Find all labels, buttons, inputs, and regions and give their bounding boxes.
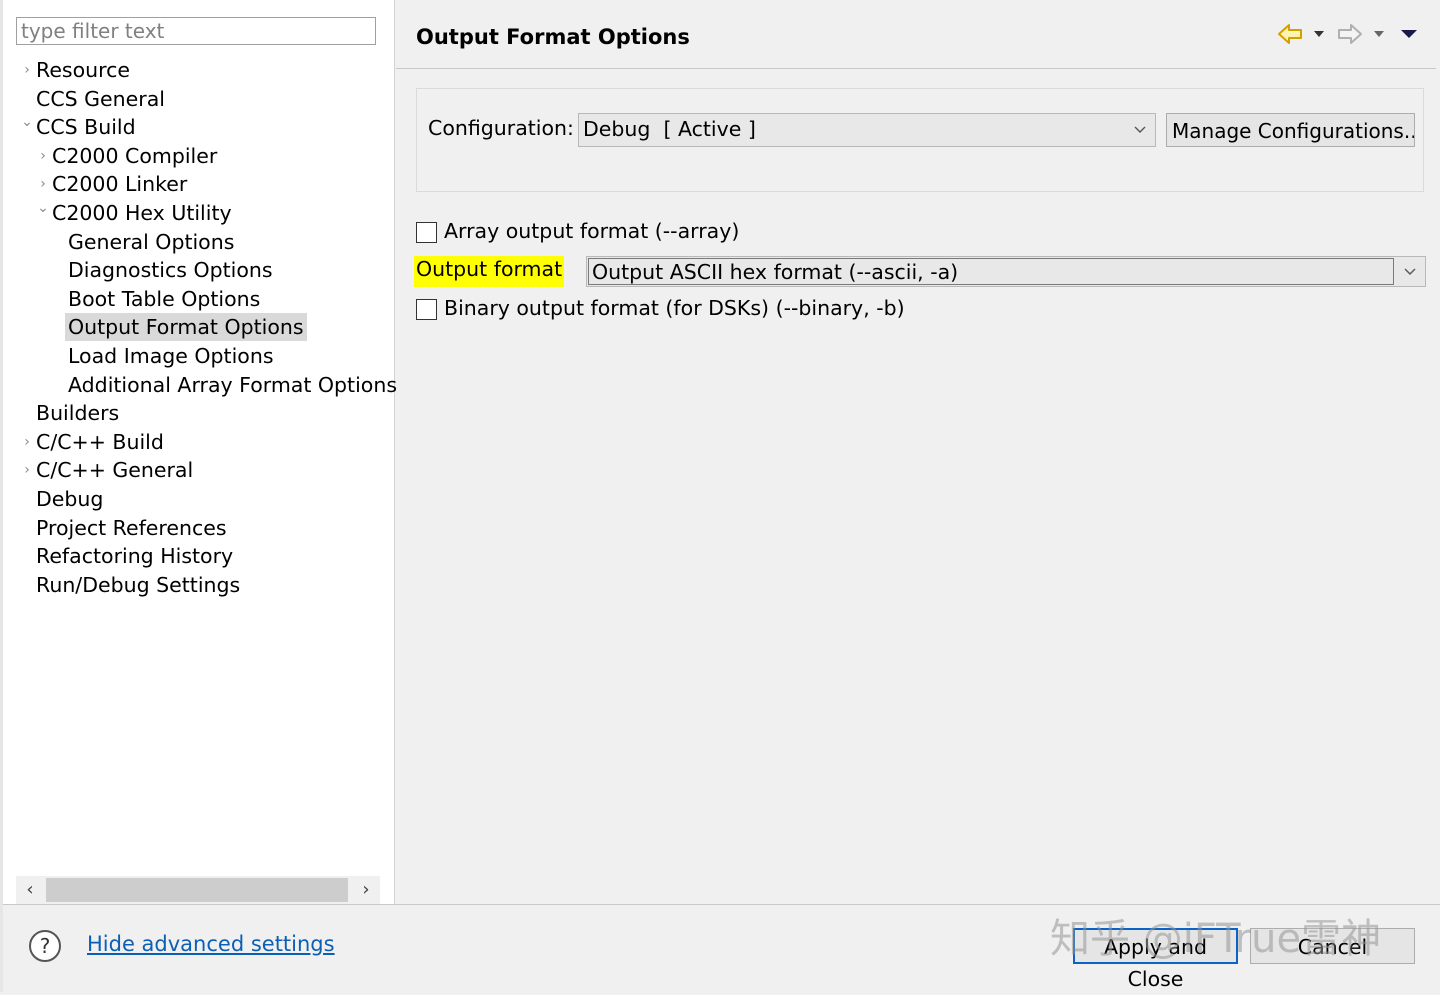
tree-item[interactable]: › C/C++ General (3, 456, 394, 484)
tree-item-label: Additional Array Format Options (68, 372, 398, 397)
back-dropdown-chevron-icon[interactable] (1312, 20, 1326, 48)
forward-arrow-icon[interactable] (1336, 20, 1364, 48)
tree-item-label: Load Image Options (68, 344, 274, 368)
tree-item[interactable]: Diagnostics Options (3, 256, 394, 284)
array-output-checkbox[interactable] (416, 222, 437, 243)
tree-item-label: Project References (36, 515, 227, 540)
tree-item-label: Diagnostics Options (68, 258, 273, 283)
chevron-right-icon[interactable]: › (20, 456, 34, 484)
tree-item[interactable]: ⌄ C2000 Hex Utility (3, 199, 394, 227)
footer-divider (3, 904, 1440, 905)
configuration-select[interactable]: Debug [ Active ] (578, 113, 1156, 147)
tree-item[interactable]: Debug (3, 485, 394, 513)
chevron-right-icon[interactable]: › (20, 56, 34, 84)
tree-item[interactable]: Load Image Options (3, 342, 394, 370)
tree-item-label: General Options (68, 229, 235, 254)
scroll-left-icon[interactable]: ‹ (16, 876, 44, 904)
back-arrow-icon[interactable] (1276, 20, 1304, 48)
page-title: Output Format Options (416, 25, 690, 49)
tree-horizontal-scrollbar[interactable]: ‹ › (16, 876, 380, 904)
chevron-right-icon[interactable]: › (20, 428, 34, 456)
configuration-value: Debug [ Active ] (583, 117, 756, 141)
chevron-down-icon[interactable]: ⌄ (20, 108, 34, 136)
tree-item[interactable]: Run/Debug Settings (3, 571, 394, 599)
configuration-label: Configuration: (428, 116, 574, 140)
output-format-label: Output format (416, 257, 563, 281)
binary-output-label: Binary output format (for DSKs) (--binar… (444, 296, 905, 320)
tree-item-label: Output Format Options (65, 313, 307, 342)
tree-item-label: Debug (36, 487, 104, 511)
tree-item-label: Resource (36, 58, 131, 82)
tree-item[interactable]: Output Format Options (3, 313, 394, 342)
binary-output-checkbox[interactable] (416, 299, 437, 320)
tree-item-label: Run/Debug Settings (36, 572, 241, 597)
view-menu-icon[interactable] (1400, 20, 1418, 48)
tree-item[interactable]: Project References (3, 514, 394, 542)
tree-item[interactable]: Boot Table Options (3, 285, 394, 313)
apply-and-close-button[interactable]: Apply and Close (1073, 928, 1238, 991)
tree-item-label: C2000 Compiler (52, 143, 218, 168)
tree-item[interactable]: CCS General (3, 85, 394, 113)
tree-item-label: C/C++ General (36, 458, 194, 483)
forward-dropdown-chevron-icon[interactable] (1372, 20, 1386, 48)
tree-item[interactable]: › C/C++ Build (3, 428, 394, 456)
tree-item-label: CCS General (36, 86, 165, 111)
tree-item-label: Refactoring History (36, 544, 234, 569)
output-format-focus-frame: Output ASCII hex format (--ascii, -a) (588, 258, 1394, 285)
tree-item-label: Builders (36, 401, 120, 426)
hide-advanced-settings-link[interactable]: Hide advanced settings (87, 932, 335, 956)
header-divider (396, 68, 1436, 69)
tree-item[interactable]: ⌄ CCS Build (3, 113, 394, 141)
tree-item[interactable]: General Options (3, 228, 394, 256)
page-navigation (1276, 20, 1426, 48)
tree-item[interactable]: Refactoring History (3, 542, 394, 570)
output-format-select[interactable]: Output ASCII hex format (--ascii, -a) (586, 256, 1426, 287)
svg-text:?: ? (40, 934, 51, 958)
tree-item[interactable]: › C2000 Linker (3, 170, 394, 198)
tree-item[interactable]: › C2000 Compiler (3, 142, 394, 170)
tree-item[interactable]: Builders (3, 399, 394, 427)
output-format-value: Output ASCII hex format (--ascii, -a) (592, 260, 959, 284)
scroll-right-icon[interactable]: › (352, 876, 380, 904)
filter-input[interactable] (16, 17, 376, 45)
tree-item[interactable]: Additional Array Format Options (3, 371, 397, 399)
tree-item-label: C2000 Hex Utility (52, 201, 232, 225)
tree-item-label: CCS Build (36, 115, 136, 140)
manage-configurations-button[interactable]: Manage Configurations... (1166, 113, 1415, 147)
cancel-button[interactable]: Cancel (1250, 928, 1415, 964)
chevron-down-icon[interactable]: ⌄ (36, 194, 50, 222)
tree-item-label: C2000 Linker (52, 172, 188, 197)
help-icon[interactable]: ? (28, 929, 62, 963)
chevron-down-icon (1403, 262, 1417, 286)
preferences-tree-panel: ›ResourceCCS General⌄CCS Build›C2000 Com… (3, 0, 397, 904)
tree-item[interactable]: › Resource (3, 56, 394, 84)
scrollbar-thumb[interactable] (46, 878, 348, 902)
tree-item-label: C/C++ Build (36, 429, 164, 454)
array-output-label: Array output format (--array) (444, 219, 740, 243)
chevron-right-icon[interactable]: › (36, 142, 50, 170)
tree-item-label: Boot Table Options (68, 286, 261, 311)
chevron-down-icon (1133, 120, 1147, 144)
